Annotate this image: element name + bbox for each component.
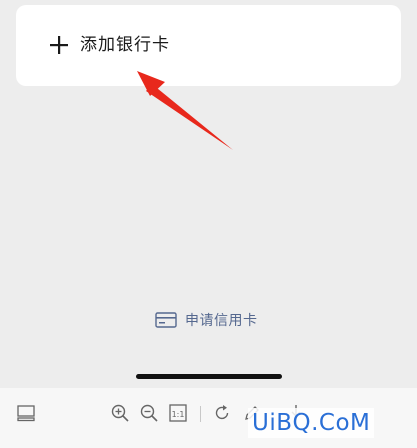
apply-credit-card-label: 申请信用卡	[185, 313, 258, 329]
rotate-icon[interactable]	[212, 403, 232, 423]
watermark-logo: UiBQ.CoM	[248, 408, 375, 438]
layout-icon[interactable]	[16, 403, 36, 423]
apply-credit-card-link[interactable]: 申请信用卡	[155, 308, 258, 332]
plus-icon	[50, 36, 68, 54]
zoom-out-icon[interactable]	[139, 403, 159, 423]
credit-card-icon	[155, 312, 177, 328]
add-bank-card-label: 添加银行卡	[80, 35, 170, 55]
add-bank-card-button[interactable]: 添加银行卡	[16, 5, 401, 86]
wallet-screen: 添加银行卡 申请信用卡	[0, 0, 417, 388]
toolbar-divider	[200, 406, 201, 422]
actual-size-icon[interactable]: 1:1	[168, 403, 188, 423]
actual-size-label: 1:1	[172, 410, 185, 419]
home-indicator[interactable]	[136, 374, 282, 379]
zoom-in-icon[interactable]	[110, 403, 130, 423]
